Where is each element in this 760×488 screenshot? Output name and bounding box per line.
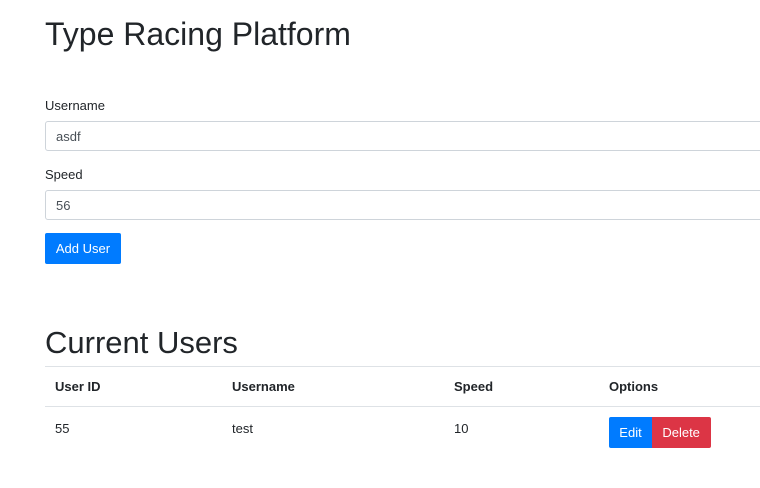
username-input[interactable]: [45, 121, 760, 151]
user-id-cell: 55: [55, 421, 70, 436]
column-header-options: Options: [599, 366, 760, 407]
page-title: Type Racing Platform: [45, 16, 351, 52]
column-header-user-id: User ID: [45, 366, 222, 407]
options-cell: Edit Delete: [599, 407, 760, 464]
edit-button[interactable]: Edit: [609, 417, 652, 448]
username-cell: test: [232, 421, 253, 436]
current-users-title: Current Users: [45, 325, 238, 360]
username-label: Username: [45, 98, 105, 113]
column-header-speed: Speed: [444, 366, 599, 407]
speed-label: Speed: [45, 167, 83, 182]
table-header-row: User ID Username Speed Options: [45, 366, 760, 407]
users-table: User ID Username Speed Options 55 test 1…: [45, 366, 760, 463]
table-row: 55 test 10 Edit Delete: [45, 407, 760, 464]
delete-button[interactable]: Delete: [651, 417, 711, 448]
speed-cell: 10: [454, 421, 469, 436]
speed-input[interactable]: [45, 190, 760, 220]
column-header-username: Username: [222, 366, 444, 407]
add-user-button[interactable]: Add User: [45, 233, 121, 264]
